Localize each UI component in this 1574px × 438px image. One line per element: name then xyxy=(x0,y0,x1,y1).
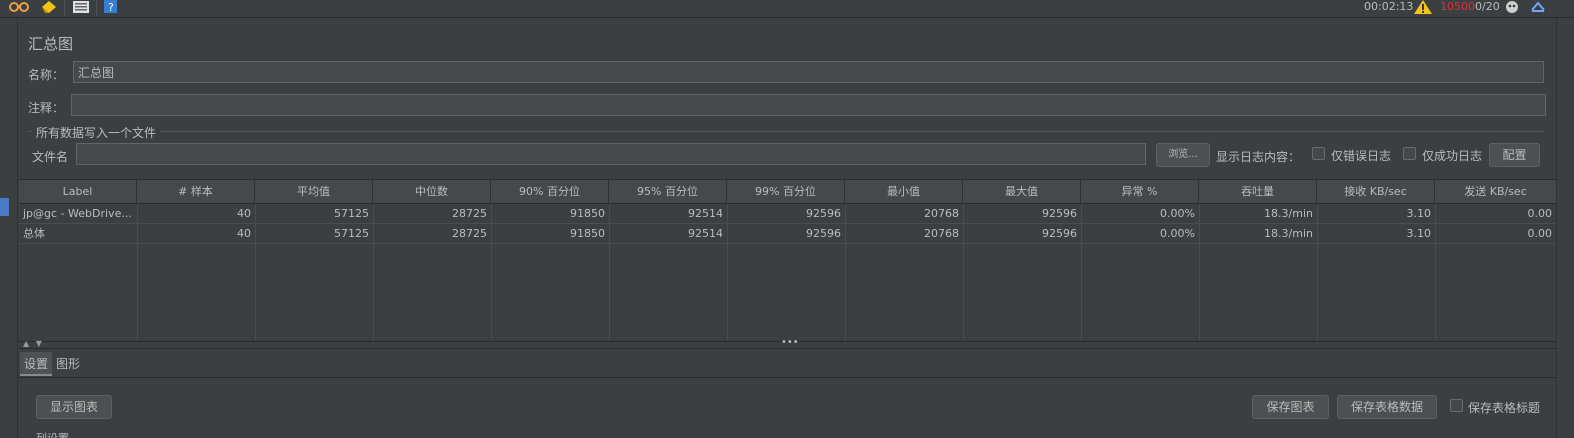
success-only-label: 仅成功日志 xyxy=(1422,149,1483,163)
table-header: Label # 样本 平均值 中位数 90% 百分位 95% 百分位 99% 百… xyxy=(19,180,1556,204)
column-header-label[interactable]: Label xyxy=(19,180,137,204)
elapsed-time: 00:02:13 xyxy=(1364,0,1414,13)
tree-panel-edge xyxy=(0,18,18,438)
success-only-checkbox[interactable] xyxy=(1403,147,1416,160)
column-header-throughput[interactable]: 吞吐量 xyxy=(1199,180,1317,204)
browse-button[interactable]: 浏览... xyxy=(1156,143,1210,167)
show-chart-button[interactable]: 显示图表 xyxy=(36,395,112,419)
table-row[interactable]: 总体 40 57125 28725 91850 92514 92596 2076… xyxy=(19,224,1556,244)
help-icon[interactable]: ? xyxy=(104,0,122,14)
cell-samples: 40 xyxy=(237,227,251,240)
cell-throughput: 18.3/min xyxy=(1264,227,1313,240)
cell-min: 20768 xyxy=(924,207,959,220)
cell-average: 57125 xyxy=(334,227,369,240)
cell-median: 28725 xyxy=(452,227,487,240)
column-header-received[interactable]: 接收 KB/sec xyxy=(1317,180,1435,204)
toolbar-separator xyxy=(64,1,65,15)
bottom-tabs: 设置 图形 xyxy=(19,350,1556,378)
column-header-p90[interactable]: 90% 百分位 xyxy=(491,180,609,204)
tab-graph[interactable]: 图形 xyxy=(52,352,84,376)
save-chart-button[interactable]: 保存图表 xyxy=(1252,395,1329,419)
column-header-sent[interactable]: 发送 KB/sec xyxy=(1435,180,1556,204)
cell-label: jp@gc - WebDrive... xyxy=(23,207,132,220)
binoculars-icon[interactable] xyxy=(8,0,29,14)
tab-settings[interactable]: 设置 xyxy=(20,352,53,376)
log-content-label: 显示日志内容： xyxy=(1216,150,1301,164)
file-group-border xyxy=(28,131,1544,132)
errors-only-label: 仅错误日志 xyxy=(1331,149,1392,163)
cell-p95: 92514 xyxy=(688,207,723,220)
name-label: 名称： xyxy=(28,68,65,82)
cell-error-pct: 0.00% xyxy=(1160,207,1195,220)
file-group-title: 所有数据写入一个文件 xyxy=(32,124,161,141)
filename-field[interactable] xyxy=(76,143,1146,165)
top-toolbar: ? 00:02:13 10500 0/20 xyxy=(0,0,1574,18)
comment-label: 注释： xyxy=(28,101,65,115)
warning-count: 10500 xyxy=(1440,0,1475,13)
cell-p99: 92596 xyxy=(806,207,841,220)
cell-min: 20768 xyxy=(924,227,959,240)
save-table-header-checkbox[interactable] xyxy=(1450,399,1463,412)
cell-p90: 91850 xyxy=(570,227,605,240)
cell-throughput: 18.3/min xyxy=(1264,207,1313,220)
cell-max: 92596 xyxy=(1042,207,1077,220)
column-header-median[interactable]: 中位数 xyxy=(373,180,491,204)
cell-received: 3.10 xyxy=(1406,227,1432,240)
configure-button[interactable]: 配置 xyxy=(1489,143,1540,167)
cell-average: 57125 xyxy=(334,207,369,220)
toolbar-separator xyxy=(96,1,97,15)
cell-sent: 0.00 xyxy=(1527,227,1553,240)
clear-icon[interactable] xyxy=(40,0,58,14)
split-pane-divider[interactable]: ▲ ▼ ••• xyxy=(19,337,1556,349)
save-table-header-label: 保存表格标题 xyxy=(1468,401,1541,415)
cell-samples: 40 xyxy=(237,207,251,220)
running-indicator-icon xyxy=(1504,0,1522,14)
column-header-p95[interactable]: 95% 百分位 xyxy=(609,180,727,204)
column-settings-label: 列设置 xyxy=(36,430,69,438)
filename-label: 文件名 xyxy=(32,150,69,164)
table-row[interactable]: jp@gc - WebDrive... 40 57125 28725 91850… xyxy=(19,204,1556,224)
svg-text:?: ? xyxy=(108,1,114,14)
tree-selection-marker xyxy=(0,198,9,216)
cell-sent: 0.00 xyxy=(1527,207,1553,220)
warning-icon[interactable] xyxy=(1414,0,1432,14)
collapse-arrows-icon[interactable]: ▲ ▼ xyxy=(23,339,44,348)
cell-median: 28725 xyxy=(452,207,487,220)
cell-error-pct: 0.00% xyxy=(1160,227,1195,240)
errors-only-checkbox[interactable] xyxy=(1312,147,1325,160)
cell-p95: 92514 xyxy=(688,227,723,240)
cell-received: 3.10 xyxy=(1406,207,1432,220)
column-header-samples[interactable]: # 样本 xyxy=(137,180,255,204)
cell-p99: 92596 xyxy=(806,227,841,240)
vertical-scrollbar[interactable] xyxy=(1556,18,1574,438)
summary-table: Label # 样本 平均值 中位数 90% 百分位 95% 百分位 99% 百… xyxy=(19,179,1556,341)
column-header-average[interactable]: 平均值 xyxy=(255,180,373,204)
comment-field[interactable] xyxy=(71,94,1546,116)
drag-handle-icon[interactable]: ••• xyxy=(781,337,799,348)
cell-label: 总体 xyxy=(23,227,45,240)
column-header-p99[interactable]: 99% 百分位 xyxy=(727,180,845,204)
page-title: 汇总图 xyxy=(28,35,74,53)
log-viewer-icon[interactable] xyxy=(1530,0,1548,14)
cell-max: 92596 xyxy=(1042,227,1077,240)
save-table-data-button[interactable]: 保存表格数据 xyxy=(1337,395,1437,419)
column-header-error-pct[interactable]: 异常 % xyxy=(1081,180,1199,204)
active-threads: 0/20 xyxy=(1475,0,1500,13)
name-field[interactable] xyxy=(73,61,1544,83)
column-header-max[interactable]: 最大值 xyxy=(963,180,1081,204)
column-header-min[interactable]: 最小值 xyxy=(845,180,963,204)
list-icon[interactable] xyxy=(72,0,90,14)
cell-p90: 91850 xyxy=(570,207,605,220)
